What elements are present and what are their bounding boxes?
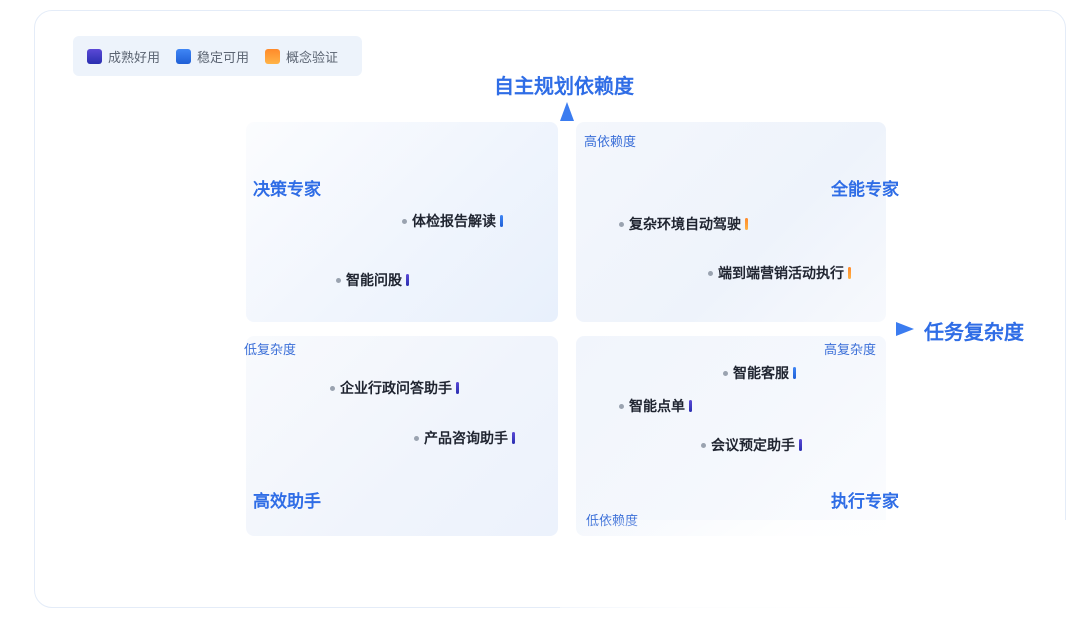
quadrant-title-decision-expert: 决策专家 <box>253 180 321 200</box>
item-autonomous-driving: 复杂环境自动驾驶 <box>619 214 748 234</box>
item-smart-customer-service: 智能客服 <box>723 363 796 383</box>
maturity-tag <box>500 215 503 227</box>
item-smart-stock: 智能问股 <box>336 270 409 290</box>
item-label: 端到端营销活动执行 <box>718 266 844 282</box>
y-axis-title: 自主规划依赖度 <box>494 74 634 98</box>
item-label: 企业行政问答助手 <box>340 381 452 397</box>
quadrant-title-all-round-expert: 全能专家 <box>831 180 899 200</box>
x-axis-arrow-icon <box>896 322 914 336</box>
y-axis-high-label: 高依赖度 <box>584 135 637 150</box>
y-axis-arrow-icon <box>560 102 574 121</box>
item-dot <box>414 435 419 441</box>
maturity-tag <box>406 274 409 286</box>
maturity-tag <box>689 400 692 412</box>
item-label: 产品咨询助手 <box>424 431 508 447</box>
item-smart-ordering: 智能点单 <box>619 396 692 416</box>
item-dot <box>330 385 335 391</box>
item-meeting-booking: 会议预定助手 <box>701 435 802 455</box>
quadrant-title-execution-expert: 执行专家 <box>831 492 899 512</box>
item-label: 体检报告解读 <box>412 214 496 230</box>
item-dot <box>619 403 624 409</box>
item-marketing-execution: 端到端营销活动执行 <box>708 263 851 283</box>
maturity-tag <box>848 267 851 279</box>
item-health-report: 体检报告解读 <box>402 211 503 231</box>
quadrant-title-efficient-assistant: 高效助手 <box>253 492 321 512</box>
item-label: 智能点单 <box>629 399 685 415</box>
item-admin-qa: 企业行政问答助手 <box>330 378 459 398</box>
item-label: 智能问股 <box>346 273 402 289</box>
maturity-tag <box>745 218 748 230</box>
y-axis-low-label: 低依赖度 <box>586 514 639 529</box>
item-dot <box>723 370 728 376</box>
x-axis-title: 任务复杂度 <box>924 320 1024 344</box>
item-label: 复杂环境自动驾驶 <box>629 217 741 233</box>
x-axis-low-label: 低复杂度 <box>244 343 297 358</box>
maturity-tag <box>456 382 459 394</box>
item-product-consult: 产品咨询助手 <box>414 428 515 448</box>
item-dot <box>619 221 624 227</box>
item-label: 智能客服 <box>733 366 789 382</box>
item-dot <box>708 270 713 276</box>
maturity-tag <box>793 367 796 379</box>
x-axis-high-label: 高复杂度 <box>824 343 877 358</box>
item-dot <box>336 277 341 283</box>
maturity-tag <box>799 439 802 451</box>
item-dot <box>402 218 407 224</box>
item-dot <box>701 442 706 448</box>
item-label: 会议预定助手 <box>711 438 795 454</box>
maturity-tag <box>512 432 515 444</box>
